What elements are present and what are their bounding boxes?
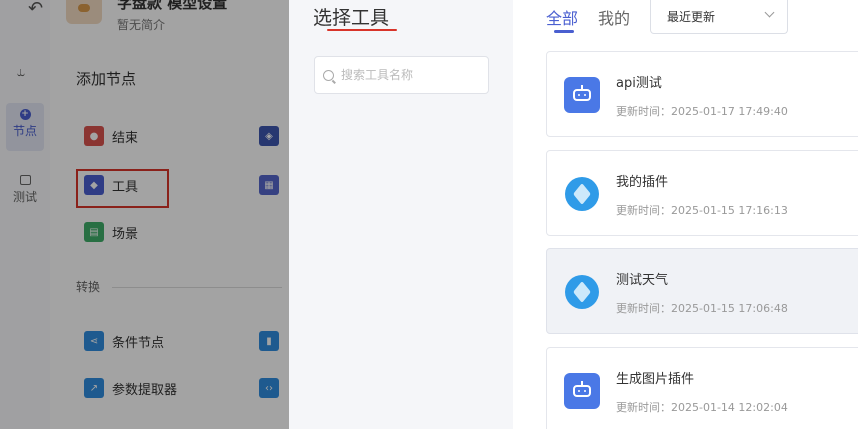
active-tab-indicator (554, 30, 574, 33)
tool-search-box[interactable] (314, 56, 489, 94)
modal-overlay[interactable] (0, 0, 289, 429)
robot-icon (564, 373, 600, 409)
title-highlight-underline (327, 29, 397, 31)
workflow-editor-background: ↶ ⥿ + 节点 测试 字盘款 模型设置 暂无简介 添加节点 ● 结束 ◆ 工具… (0, 0, 289, 429)
tool-card[interactable]: 我的插件 更新时间：2025-01-15 17:16:13 (546, 150, 858, 236)
cube-icon (564, 274, 600, 310)
tab-mine[interactable]: 我的 (598, 5, 630, 29)
cube-icon (564, 176, 600, 212)
search-icon (323, 69, 334, 81)
sort-select-value: 最近更新 (667, 10, 716, 24)
tool-updated-time: 更新时间：2025-01-15 17:16:13 (616, 204, 788, 217)
dialog-title: 选择工具 (313, 7, 390, 29)
tool-card[interactable]: 测试天气 更新时间：2025-01-15 17:06:48 (546, 248, 858, 334)
sort-select[interactable]: 最近更新 (650, 0, 788, 34)
tool-name: api测试 (616, 76, 662, 91)
tool-name: 生成图片插件 (616, 372, 695, 387)
tool-card[interactable]: 生成图片插件 更新时间：2025-01-14 12:02:04 (546, 347, 858, 429)
tool-search-input[interactable] (341, 68, 481, 82)
robot-icon (564, 77, 600, 113)
tab-all[interactable]: 全部 (546, 5, 578, 29)
tool-name: 我的插件 (616, 175, 669, 190)
tool-name: 测试天气 (616, 273, 669, 288)
chevron-down-icon (764, 7, 775, 18)
tool-updated-time: 更新时间：2025-01-15 17:06:48 (616, 302, 788, 315)
tool-card[interactable]: api测试 更新时间：2025-01-17 17:49:40 (546, 51, 858, 137)
tool-updated-time: 更新时间：2025-01-17 17:49:40 (616, 105, 788, 118)
tool-updated-time: 更新时间：2025-01-14 12:02:04 (616, 401, 788, 414)
